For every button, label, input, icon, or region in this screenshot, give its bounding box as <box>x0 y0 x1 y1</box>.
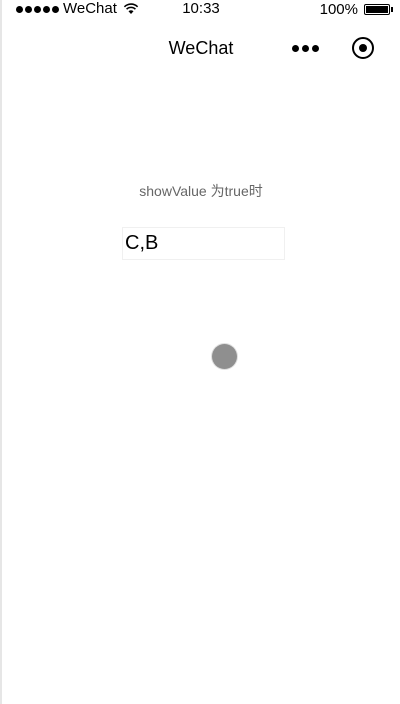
show-value-label: showValue 为true时 <box>139 183 263 199</box>
status-right: 100% <box>319 0 393 18</box>
loading-dot <box>212 344 237 369</box>
page-title: WeChat <box>168 38 234 58</box>
battery-icon <box>364 3 393 15</box>
nav-bar: WeChat <box>2 28 400 68</box>
close-icon[interactable] <box>352 37 374 59</box>
battery-percent: 100% <box>319 0 358 18</box>
status-bar: WeChat 10:33 100% <box>2 0 400 18</box>
phone-screen: WeChat 10:33 100% WeChat showValue 为true… <box>0 0 400 704</box>
more-icon[interactable] <box>290 41 320 55</box>
value-input[interactable]: C,B <box>122 227 285 260</box>
